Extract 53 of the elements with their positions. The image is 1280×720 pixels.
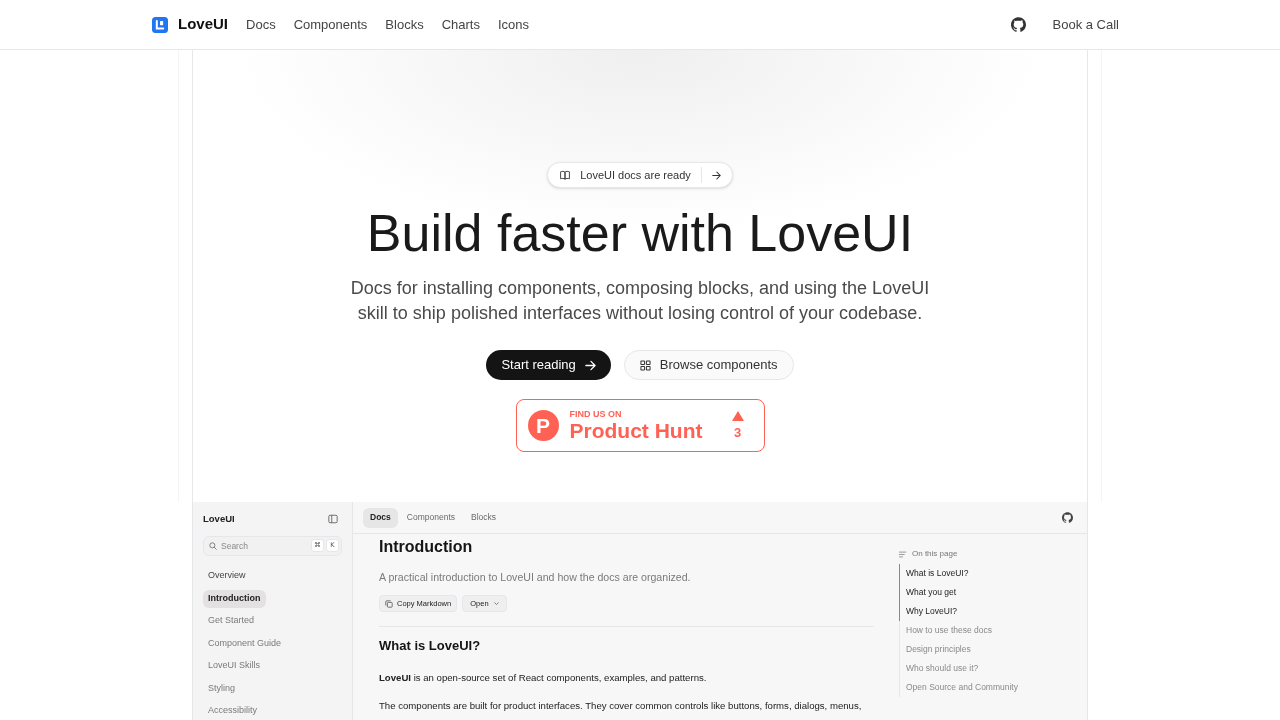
sidebar-item[interactable]: Accessibility xyxy=(203,702,262,720)
nav-link[interactable]: Icons xyxy=(497,14,530,35)
hero-description: Docs for installing components, composing blocks, and using the LoveUI skill to ship polished interfaces without losing control of your codebase. xyxy=(349,277,931,325)
preview-tab[interactable]: Docs xyxy=(363,507,398,528)
toc-link[interactable]: Open Source and Community xyxy=(899,678,1018,697)
announcement-badge[interactable]: LoveUI docs are ready xyxy=(547,162,733,188)
sidebar-item[interactable]: LoveUI Skills xyxy=(203,657,266,675)
toc-link[interactable]: Design principles xyxy=(899,640,1018,659)
product-hunt-logo: P xyxy=(527,410,559,441)
nav-link[interactable]: Docs xyxy=(246,14,276,35)
badge-title: Product Hunt xyxy=(569,418,703,443)
article-title: Introduction xyxy=(379,537,474,557)
toc-link[interactable]: How to use these docs xyxy=(899,621,1018,640)
section-heading: What is LoveUI? xyxy=(379,637,482,655)
sidebar-title: LoveUI xyxy=(203,511,235,526)
brand-link[interactable]: LoveUI xyxy=(152,13,228,36)
hero-title: Build faster with LoveUI xyxy=(366,203,914,263)
article-subtitle: A practical introduction to LoveUI and how the docs are organized. xyxy=(379,570,692,584)
grid-icon xyxy=(639,359,651,371)
github-icon[interactable] xyxy=(1062,512,1073,523)
book-call-link[interactable]: Book a Call xyxy=(1042,8,1129,41)
browse-components-button[interactable]: Browse components xyxy=(623,350,794,380)
sidebar-toggle-icon[interactable] xyxy=(328,514,338,524)
upvote-count: 3 xyxy=(733,426,742,440)
article-paragraph: LoveUI is an open-source set of React components, examples, and patterns. xyxy=(379,672,708,684)
toc-link[interactable]: What is LoveUI? xyxy=(899,564,1018,583)
github-icon[interactable] xyxy=(1010,17,1026,32)
arrow-right-icon xyxy=(711,170,721,180)
preview-tab[interactable]: Components xyxy=(399,507,462,528)
arrow-right-icon xyxy=(584,359,596,371)
toc-link[interactable]: What you get xyxy=(899,583,1018,602)
chevron-down-icon xyxy=(492,600,500,607)
book-icon xyxy=(560,170,571,180)
toc-link[interactable]: Why LoveUI? xyxy=(899,602,1018,621)
sidebar-item[interactable]: Get Started xyxy=(203,612,260,630)
nav-link[interactable]: Blocks xyxy=(385,14,424,35)
copy-icon xyxy=(385,599,393,608)
sidebar-item[interactable]: Styling xyxy=(203,679,240,698)
start-reading-button[interactable]: Start reading xyxy=(486,350,611,380)
sidebar-item[interactable]: Introduction xyxy=(203,589,266,608)
search-icon xyxy=(209,542,217,550)
badge-eyebrow: FIND US ON xyxy=(569,408,623,419)
toc-title: On this page xyxy=(912,548,958,560)
upvote-triangle-icon xyxy=(731,411,744,421)
list-icon xyxy=(899,550,907,558)
sidebar-item[interactable]: Overview xyxy=(203,567,251,585)
toc-link[interactable]: Who should use it? xyxy=(899,659,1018,678)
sidebar-item[interactable]: Component Guide xyxy=(203,634,287,653)
logo-icon xyxy=(152,16,168,33)
preview-tab[interactable]: Blocks xyxy=(464,507,504,528)
article-paragraph: The components are built for product interfaces. They cover common controls like buttons, forms, dialogs, menus, xyxy=(379,700,863,712)
nav-link[interactable]: Charts xyxy=(441,14,480,35)
nav-link[interactable]: Components xyxy=(293,14,368,35)
